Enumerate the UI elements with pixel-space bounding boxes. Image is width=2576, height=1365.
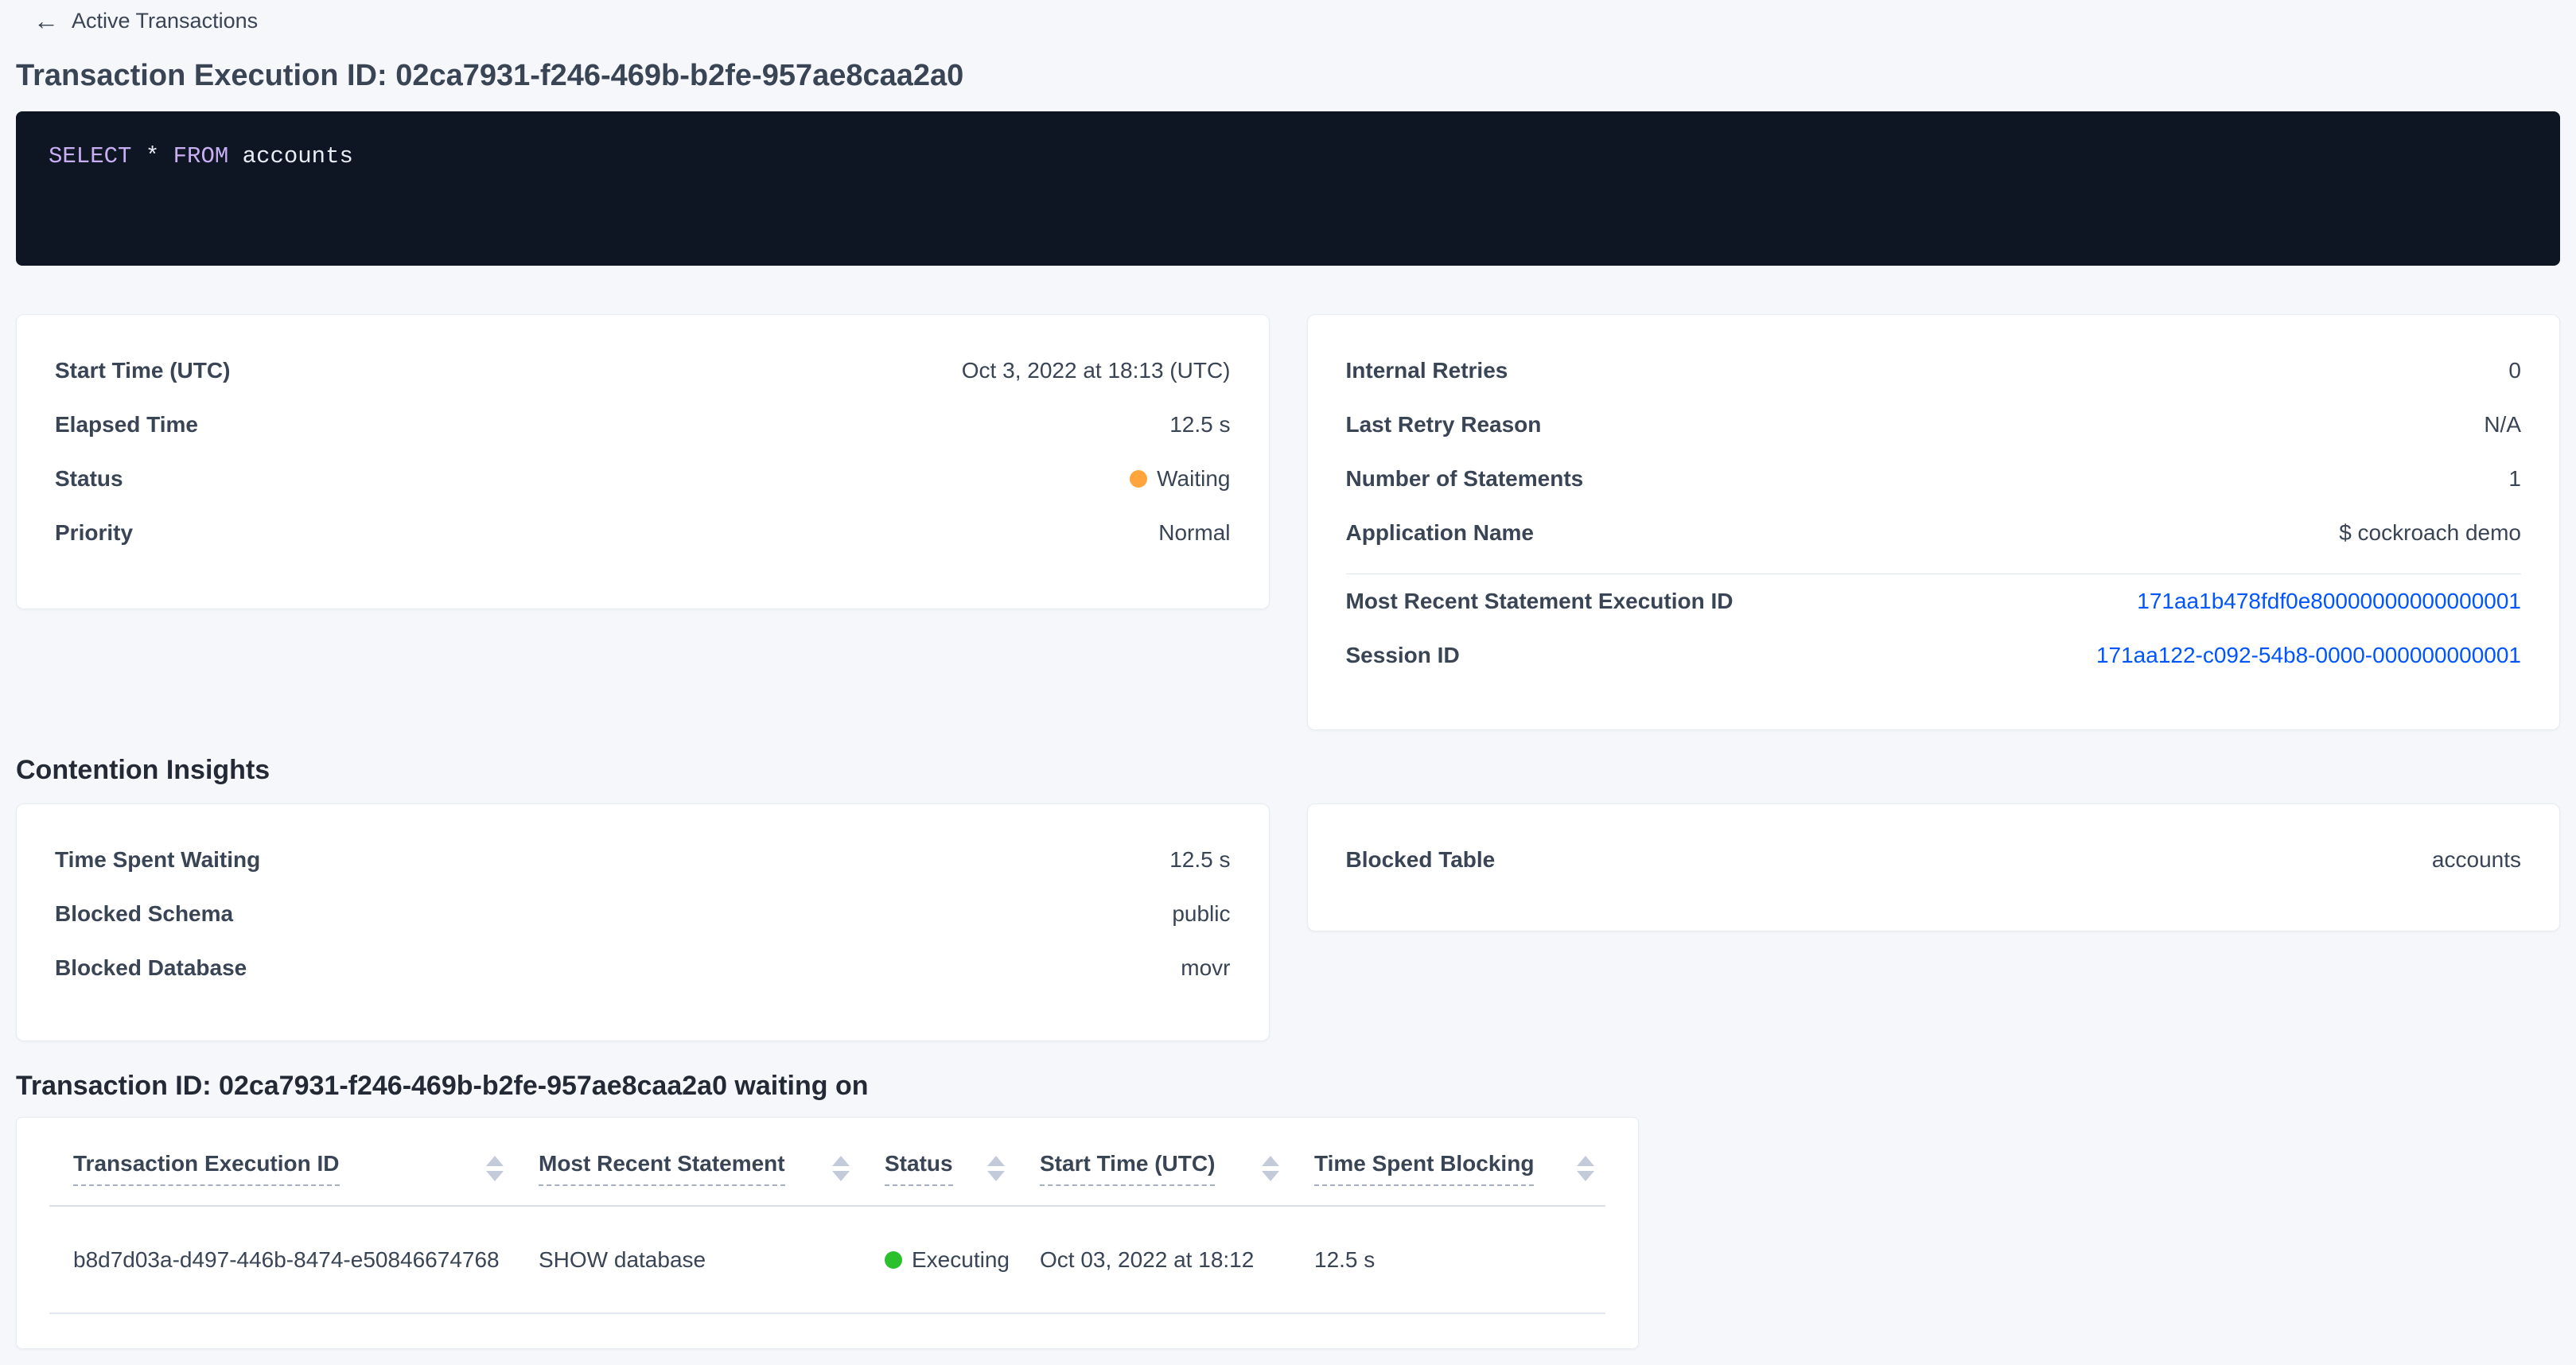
sort-icon[interactable]	[1577, 1156, 1594, 1181]
internal-retries-label: Internal Retries	[1346, 358, 1508, 383]
contention-details-card: Time Spent Waiting 12.5 s Blocked Schema…	[16, 803, 1270, 1041]
execution-attributes-card: Internal Retries 0 Last Retry Reason N/A…	[1307, 314, 2561, 730]
application-name-row: Application Name $ cockroach demo	[1346, 506, 2522, 560]
waiting-on-table-header: Transaction Execution ID Most Recent Sta…	[49, 1118, 1605, 1206]
status-column-label[interactable]: Status	[885, 1151, 953, 1186]
blocked-table-row: Blocked Table accounts	[1346, 833, 2522, 887]
column-header-status: Status	[861, 1118, 1016, 1206]
cell-status-value: Executing	[912, 1247, 1010, 1272]
time-spent-waiting-value: 12.5 s	[1169, 847, 1230, 873]
blocked-table-card: Blocked Table accounts	[1307, 803, 2561, 931]
elapsed-time-label: Elapsed Time	[55, 412, 198, 438]
number-of-statements-row: Number of Statements 1	[1346, 452, 2522, 506]
most-recent-statement-column-label[interactable]: Most Recent Statement	[539, 1151, 785, 1186]
page-title: Transaction Execution ID: 02ca7931-f246-…	[16, 57, 2560, 94]
start-time-row: Start Time (UTC) Oct 3, 2022 at 18:13 (U…	[55, 344, 1231, 398]
sql-keyword-from: FROM	[173, 143, 229, 169]
column-header-most-recent-statement: Most Recent Statement	[515, 1118, 861, 1206]
transaction-details-page: ← Active Transactions Transaction Execut…	[0, 0, 2576, 1349]
blocked-schema-row: Blocked Schema public	[55, 887, 1231, 941]
transaction-summary-card: Start Time (UTC) Oct 3, 2022 at 18:13 (U…	[16, 314, 1270, 609]
sql-keyword-select: SELECT	[49, 143, 131, 169]
sql-star: *	[146, 143, 159, 169]
priority-value: Normal	[1158, 520, 1230, 546]
status-label: Status	[55, 466, 123, 492]
summary-cards-row: Start Time (UTC) Oct 3, 2022 at 18:13 (U…	[16, 314, 2560, 730]
column-header-transaction-execution-id: Transaction Execution ID	[49, 1118, 515, 1206]
status-row: Status Waiting	[55, 452, 1231, 506]
cell-most-recent-statement: SHOW database	[515, 1206, 861, 1313]
most-recent-statement-execution-id-link[interactable]: 171aa1b478fdf0e80000000000000001	[2137, 589, 2521, 614]
contention-insights-heading: Contention Insights	[16, 754, 2560, 786]
number-of-statements-label: Number of Statements	[1346, 466, 1584, 492]
blocked-table-label: Blocked Table	[1346, 847, 1496, 873]
time-spent-waiting-label: Time Spent Waiting	[55, 847, 260, 873]
breadcrumb-label: Active Transactions	[72, 9, 258, 33]
time-spent-waiting-row: Time Spent Waiting 12.5 s	[55, 833, 1231, 887]
session-id-link[interactable]: 171aa122-c092-54b8-0000-000000000001	[2096, 643, 2521, 668]
start-time-column-label[interactable]: Start Time (UTC)	[1040, 1151, 1215, 1186]
application-name-value: $ cockroach demo	[2339, 520, 2521, 546]
status-value: Waiting	[1157, 466, 1230, 491]
sql-statement-box: SELECT * FROM accounts	[16, 111, 2560, 266]
cell-time-spent-blocking: 12.5 s	[1290, 1206, 1605, 1313]
elapsed-time-value: 12.5 s	[1169, 412, 1230, 438]
sort-icon[interactable]	[486, 1156, 504, 1181]
number-of-statements-value: 1	[2508, 466, 2521, 492]
sort-icon[interactable]	[1262, 1156, 1279, 1181]
elapsed-time-row: Elapsed Time 12.5 s	[55, 398, 1231, 452]
internal-retries-value: 0	[2508, 358, 2521, 383]
start-time-value: Oct 3, 2022 at 18:13 (UTC)	[962, 358, 1231, 383]
last-retry-reason-label: Last Retry Reason	[1346, 412, 1542, 438]
last-retry-reason-value: N/A	[2484, 412, 2521, 438]
blocked-database-value: movr	[1181, 955, 1230, 981]
waiting-on-table: Transaction Execution ID Most Recent Sta…	[49, 1118, 1605, 1314]
most-recent-statement-execution-id-row: Most Recent Statement Execution ID 171aa…	[1346, 574, 2522, 628]
blocked-table-value: accounts	[2432, 847, 2521, 873]
priority-row: Priority Normal	[55, 506, 1231, 560]
blocked-schema-value: public	[1172, 901, 1230, 927]
executing-status-dot-icon	[885, 1251, 902, 1269]
cell-start-time: Oct 03, 2022 at 18:12	[1016, 1206, 1290, 1313]
column-header-time-spent-blocking: Time Spent Blocking	[1290, 1118, 1605, 1206]
start-time-label: Start Time (UTC)	[55, 358, 230, 383]
transaction-execution-id-column-label[interactable]: Transaction Execution ID	[73, 1151, 340, 1186]
waiting-on-table-card: Transaction Execution ID Most Recent Sta…	[16, 1117, 1639, 1349]
cell-transaction-execution-id: b8d7d03a-d497-446b-8474-e50846674768	[49, 1206, 515, 1313]
status-badge: Waiting	[1130, 466, 1230, 492]
column-header-start-time: Start Time (UTC)	[1016, 1118, 1290, 1206]
blocked-schema-label: Blocked Schema	[55, 901, 233, 927]
sql-statement-text: SELECT * FROM accounts	[49, 143, 2528, 169]
internal-retries-row: Internal Retries 0	[1346, 344, 2522, 398]
waiting-status-dot-icon	[1130, 470, 1147, 488]
session-id-label: Session ID	[1346, 643, 1460, 668]
sql-identifier: accounts	[243, 143, 353, 169]
back-to-active-transactions-link[interactable]: ← Active Transactions	[33, 8, 258, 33]
back-arrow-icon: ←	[33, 8, 59, 33]
contention-cards-row: Time Spent Waiting 12.5 s Blocked Schema…	[16, 803, 2560, 1041]
session-id-row: Session ID 171aa122-c092-54b8-0000-00000…	[1346, 628, 2522, 682]
time-spent-blocking-column-label[interactable]: Time Spent Blocking	[1314, 1151, 1534, 1186]
most-recent-statement-execution-id-label: Most Recent Statement Execution ID	[1346, 589, 1734, 614]
sort-icon[interactable]	[987, 1156, 1005, 1181]
priority-label: Priority	[55, 520, 133, 546]
cell-status: Executing	[861, 1206, 1016, 1313]
waiting-on-heading: Transaction ID: 02ca7931-f246-469b-b2fe-…	[16, 1070, 2560, 1102]
last-retry-reason-row: Last Retry Reason N/A	[1346, 398, 2522, 452]
blocked-database-row: Blocked Database movr	[55, 941, 1231, 995]
application-name-label: Application Name	[1346, 520, 1534, 546]
table-row: b8d7d03a-d497-446b-8474-e50846674768 SHO…	[49, 1206, 1605, 1313]
sort-icon[interactable]	[832, 1156, 850, 1181]
blocked-database-label: Blocked Database	[55, 955, 247, 981]
